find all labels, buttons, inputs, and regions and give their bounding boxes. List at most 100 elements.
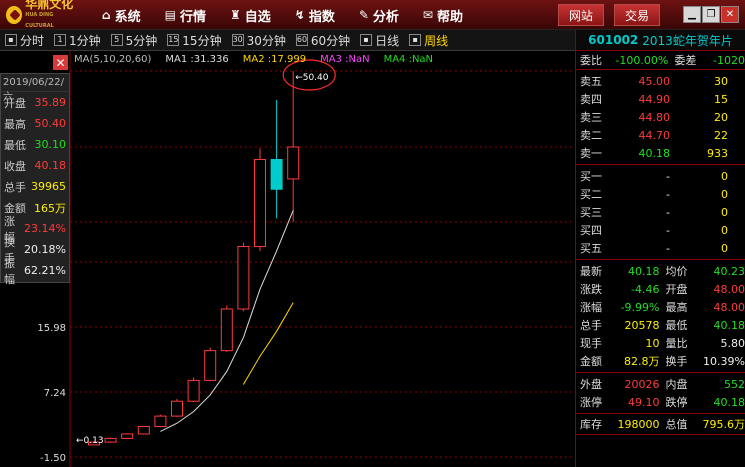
period-tab-4[interactable]: 30 30分钟 — [227, 30, 291, 51]
stat-value: -9.99% — [620, 300, 660, 314]
order-row: 卖四 44.90 15 — [576, 90, 745, 108]
period-icon: 30 — [231, 34, 244, 46]
period-label: 60分钟 — [310, 33, 351, 48]
candle-body — [237, 246, 250, 310]
wei-section: 委比 -100.00% 委差 -1020 — [576, 51, 745, 70]
stats3-section: 库存 198000 总值 795.6万 — [576, 414, 745, 435]
stat-label: 库存 — [580, 418, 602, 431]
menu-item-0[interactable]: ⌂ 系统 — [90, 0, 153, 30]
order-label: 买二 — [580, 188, 602, 201]
info-close-icon[interactable]: ✕ — [53, 55, 68, 70]
order-row: 买五 - 0 — [576, 239, 745, 257]
logo-subtitle: HUA DING CULTURAL — [25, 11, 54, 29]
stat-label: 总值 — [665, 418, 688, 431]
order-volume: 0 — [721, 205, 728, 219]
stat-label: 最高 — [665, 301, 688, 314]
stat-label: 最低 — [665, 319, 688, 332]
stat-label: 开盘 — [665, 283, 688, 296]
restore-icon[interactable]: ❐ — [702, 6, 720, 23]
info-label: 收盘 — [4, 159, 26, 173]
order-price: 45.00 — [638, 74, 671, 88]
minimize-icon[interactable]: ▁ — [683, 6, 701, 23]
weicha-value: -1020 — [713, 53, 745, 67]
stat-value: 48.00 — [713, 300, 745, 314]
menu-label: 自选 — [244, 9, 271, 25]
menu-item-1[interactable]: ▤ 行情 — [153, 0, 218, 30]
info-label: 振幅 — [4, 256, 15, 286]
menu-item-3[interactable]: ↯ 指数 — [283, 0, 347, 30]
period-label: 15分钟 — [182, 33, 222, 48]
wei-row: 委比 -100.00% 委差 -1020 — [576, 51, 745, 69]
period-tab-1[interactable]: 1 1分钟 — [49, 30, 106, 51]
menu-label: 行情 — [179, 9, 206, 25]
stat-row: 最新 40.18 均价 40.23 — [576, 262, 745, 280]
y-tick-label: 15.98 — [37, 323, 66, 334]
period-tab-5[interactable]: 60 60分钟 — [291, 30, 355, 51]
stat-label: 跌停 — [665, 396, 688, 409]
stat-label: 总手 — [580, 319, 602, 332]
stat-value: 49.10 — [628, 395, 660, 409]
stat-value: 20578 — [624, 318, 660, 332]
weibi-value: -100.00% — [615, 53, 669, 67]
stat-value: 552 — [724, 377, 745, 391]
info-row: 最高 50.40 — [1, 113, 69, 134]
stat-label: 涨跌 — [580, 283, 602, 296]
order-volume: 30 — [714, 74, 728, 88]
trade-button[interactable]: 交易 — [614, 4, 660, 26]
period-tab-6[interactable]: ▪ 日线 — [355, 30, 404, 51]
menu-item-2[interactable]: ♜ 自选 — [218, 0, 283, 30]
menu-item-4[interactable]: ✎ 分析 — [347, 0, 411, 30]
candle-body — [220, 308, 233, 352]
stat-row: 涨停 49.10 跌停 40.18 — [576, 393, 745, 411]
order-label: 卖一 — [580, 147, 602, 160]
order-label: 买四 — [580, 224, 602, 237]
order-row: 卖五 45.00 30 — [576, 72, 745, 90]
analysis-icon: ✎ — [358, 8, 369, 22]
website-button[interactable]: 网站 — [558, 4, 604, 26]
stock-name: 2013蛇年贺年片 — [642, 33, 733, 48]
chart-icon: ▤ — [164, 8, 176, 22]
close-icon[interactable]: ✕ — [721, 6, 739, 23]
order-row: 买四 - 0 — [576, 221, 745, 239]
period-tab-0[interactable]: ▪ 分时 — [0, 30, 49, 51]
logo-icon — [6, 6, 23, 24]
order-volume: 0 — [721, 223, 728, 237]
menu-label: 帮助 — [436, 9, 463, 25]
stat-value: -4.46 — [631, 282, 660, 296]
period-tab-2[interactable]: 5 5分钟 — [106, 30, 163, 51]
order-row: 卖三 44.80 20 — [576, 108, 745, 126]
period-tab-7[interactable]: ▪ 周线 — [404, 30, 453, 51]
info-label: 最低 — [4, 138, 26, 152]
period-tab-3[interactable]: 15 15分钟 — [162, 30, 226, 51]
basket-icon: ♜ — [229, 8, 241, 22]
stat-value: 40.18 — [628, 264, 660, 278]
stat-label: 外盘 — [580, 378, 602, 391]
stat-label: 换手 — [665, 355, 688, 368]
stats2-section: 外盘 20026 内盘 552 涨停 49.10 跌停 40.18 — [576, 373, 745, 414]
info-value: 30.10 — [34, 138, 67, 151]
menu-label: 分析 — [372, 9, 399, 25]
info-row: 最低 30.10 — [1, 134, 69, 155]
ma4-value: MA4 :NaN — [383, 54, 434, 65]
stat-value: 5.80 — [720, 336, 745, 350]
info-row: 总手 39965 — [1, 176, 69, 197]
info-value: 35.89 — [34, 96, 67, 109]
period-label: 1分钟 — [69, 33, 101, 48]
menu-item-5[interactable]: ✉ 帮助 — [411, 0, 475, 30]
stock-code: 601002 — [588, 33, 639, 47]
order-label: 买一 — [580, 170, 602, 183]
order-volume: 0 — [721, 169, 728, 183]
stat-row: 库存 198000 总值 795.6万 — [576, 415, 745, 433]
high-marker-label: ←50.40 — [295, 73, 329, 83]
stat-label: 涨幅 — [580, 301, 602, 314]
order-row: 买一 - 0 — [576, 167, 745, 185]
order-volume: 20 — [714, 110, 728, 124]
kline-chart[interactable]: 15.98 7.24 -1.50 ←50.40 ←0.13 — [0, 51, 575, 467]
y-tick-label: 7.24 — [44, 388, 66, 399]
weibi-label: 委比 — [580, 54, 602, 67]
stat-label: 现手 — [580, 337, 602, 350]
order-row: 买三 - 0 — [576, 203, 745, 221]
candle-body — [171, 400, 183, 417]
candle-info-panel: 2019/06/22/六 开盘 35.89 最高 50.40 最低 30.10 收盘 40.1… — [0, 73, 70, 286]
order-row: 买二 - 0 — [576, 185, 745, 203]
